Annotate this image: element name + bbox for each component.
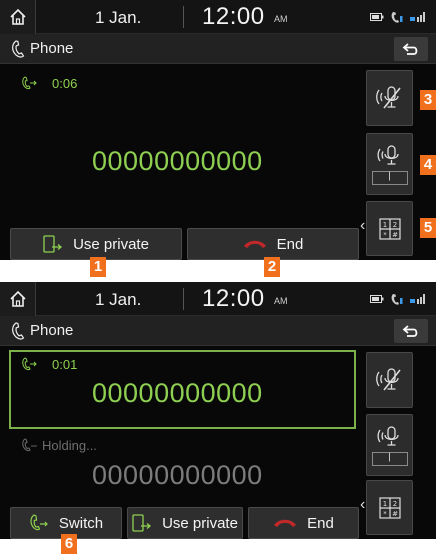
end-call-label: End [276, 235, 304, 253]
bluetooth-phone-icon [391, 294, 403, 305]
held-caller-number: 00000000000 [92, 460, 263, 490]
mic-volume-level: ㅣ [371, 170, 408, 185]
callout-3: 3 [420, 90, 436, 110]
status-icons [370, 10, 426, 24]
back-button[interactable] [394, 319, 428, 343]
active-call-duration: 0:01 [52, 357, 78, 372]
signal-icon [410, 12, 425, 22]
keypad-icon: 1 2 * # [378, 496, 401, 519]
status-time: 12:00 [202, 3, 265, 30]
status-date: 1 Jan. [95, 290, 142, 309]
svg-text:*: * [383, 510, 387, 518]
status-ampm: AM [274, 296, 288, 306]
battery-icon [370, 295, 384, 303]
chevron-left-icon[interactable]: ‹ [360, 217, 365, 235]
mic-volume-level: ㅣ [371, 451, 408, 466]
mic-volume-icon [376, 425, 399, 446]
keypad-button[interactable]: 1 2 * # [366, 201, 413, 256]
status-ampm: AM [274, 14, 288, 24]
mute-mic-icon [375, 368, 401, 391]
callout-2: 2 [264, 257, 280, 277]
call-hold-icon [22, 438, 37, 452]
callout-5: 5 [420, 218, 436, 238]
use-private-button[interactable]: Use private [10, 228, 182, 260]
back-arrow-icon [402, 43, 418, 55]
home-icon [9, 8, 26, 25]
mic-volume-icon [376, 144, 399, 165]
back-arrow-icon [402, 325, 418, 337]
use-private-label: Use private [162, 514, 238, 532]
svg-text:1: 1 [382, 221, 386, 229]
mic-volume-button[interactable]: ㅣ [366, 414, 413, 476]
signal-icon [410, 294, 425, 304]
svg-text:2: 2 [392, 500, 396, 508]
end-call-button[interactable]: End [187, 228, 359, 260]
bluetooth-phone-icon [391, 12, 403, 23]
caller-number: 00000000000 [92, 146, 263, 176]
mic-volume-button[interactable]: ㅣ [366, 133, 413, 195]
held-call-status: Holding... [42, 438, 97, 453]
battery-icon [370, 13, 384, 21]
page-title: Phone [30, 40, 74, 57]
keypad-button[interactable]: 1 2 * # [366, 480, 413, 535]
mute-mic-icon [375, 86, 401, 109]
svg-text:#: # [392, 231, 398, 239]
status-bar: 1 Jan. 12:00 AM [0, 0, 436, 34]
title-bar: Phone [0, 316, 436, 346]
phone-handset-icon [12, 40, 25, 58]
svg-text:*: * [383, 231, 387, 239]
active-caller-number: 00000000000 [92, 378, 263, 408]
home-button[interactable] [0, 282, 36, 316]
callout-1: 1 [90, 257, 106, 277]
transfer-phone-icon [43, 235, 63, 253]
chevron-left-icon[interactable]: ‹ [360, 496, 365, 514]
keypad-icon: 1 2 * # [378, 217, 401, 240]
status-time: 12:00 [202, 285, 265, 312]
title-bar: Phone [0, 34, 436, 64]
end-call-button[interactable]: End [248, 507, 359, 539]
phone-call-screen-single: 1 Jan. 12:00 AM Phone 0:06 00000000000 ㅣ… [0, 0, 436, 260]
phone-handset-icon [12, 322, 25, 340]
call-duration: 0:06 [52, 76, 78, 91]
switch-label: Switch [58, 514, 104, 532]
status-bar: 1 Jan. 12:00 AM [0, 282, 436, 316]
transfer-phone-icon [132, 514, 152, 532]
svg-text:2: 2 [392, 221, 396, 229]
home-button[interactable] [0, 0, 36, 34]
page-title: Phone [30, 322, 74, 339]
home-icon [9, 290, 26, 307]
callout-6: 6 [61, 534, 77, 554]
call-active-icon [22, 357, 37, 371]
call-active-icon [22, 76, 37, 90]
end-call-icon [274, 519, 297, 527]
status-divider [183, 288, 184, 310]
status-divider [183, 6, 184, 28]
use-private-button[interactable]: Use private [127, 507, 243, 539]
mute-microphone-button[interactable] [366, 70, 413, 126]
status-icons [370, 292, 426, 306]
svg-text:#: # [392, 510, 398, 518]
status-date: 1 Jan. [95, 8, 142, 27]
svg-text:1: 1 [382, 500, 386, 508]
phone-call-screen-multi: 1 Jan. 12:00 AM Phone 0:01 00000000000 H… [0, 282, 436, 539]
switch-call-icon [30, 514, 48, 531]
mute-microphone-button[interactable] [366, 352, 413, 408]
use-private-label: Use private [73, 235, 149, 253]
callout-4: 4 [420, 155, 436, 175]
end-call-label: End [307, 514, 334, 532]
end-call-icon [243, 240, 266, 248]
back-button[interactable] [394, 37, 428, 61]
